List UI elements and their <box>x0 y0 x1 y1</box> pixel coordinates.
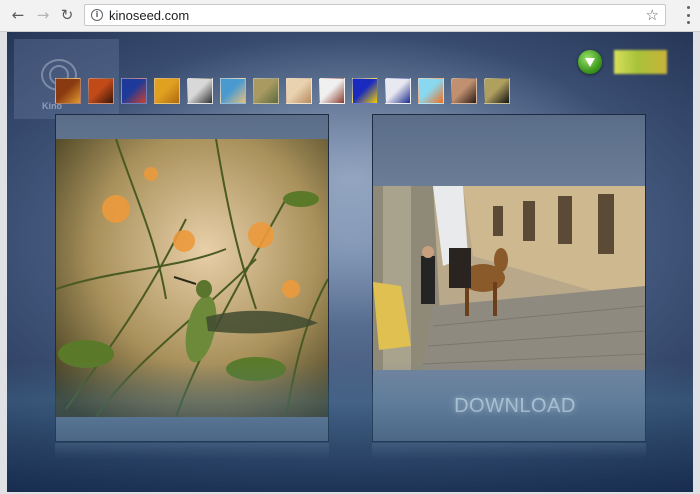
horse-carriage-photo[interactable] <box>373 186 645 370</box>
right-panel-reflection <box>372 443 646 459</box>
left-panel-reflection <box>55 443 329 459</box>
forward-arrow-icon[interactable]: → <box>33 5 53 25</box>
thumbnail-13[interactable] <box>451 78 477 104</box>
download-button[interactable]: DOWNLOAD <box>379 395 651 418</box>
right-image-panel <box>372 114 646 442</box>
thumbnail-8[interactable] <box>286 78 312 104</box>
back-arrow-icon[interactable]: ← <box>8 5 28 25</box>
thumbnail-12[interactable] <box>418 78 444 104</box>
download-arrow-icon[interactable] <box>578 50 602 74</box>
info-icon[interactable]: i <box>91 9 103 21</box>
thumbnail-2[interactable] <box>88 78 114 104</box>
thumbnail-7[interactable] <box>253 78 279 104</box>
kebab-menu-icon[interactable] <box>686 6 690 24</box>
thumbnail-11[interactable] <box>385 78 411 104</box>
thumbnail-4[interactable] <box>154 78 180 104</box>
hummingbird-photo[interactable] <box>56 139 328 417</box>
thumbnail-6[interactable] <box>220 78 246 104</box>
thumbnail-9[interactable] <box>319 78 345 104</box>
reload-icon[interactable]: ↻ <box>57 5 77 25</box>
address-bar[interactable]: i kinoseed.com ☆ <box>84 4 666 26</box>
star-icon[interactable]: ☆ <box>646 6 659 24</box>
thumbnail-10[interactable] <box>352 78 378 104</box>
thumbnail-1[interactable] <box>55 78 81 104</box>
promo-banner[interactable] <box>614 50 667 74</box>
thumbnail-5[interactable] <box>187 78 213 104</box>
url-text[interactable]: kinoseed.com <box>109 8 189 23</box>
page-viewport: Kino DOWNLOAD <box>7 32 693 492</box>
thumbnail-strip <box>55 78 510 104</box>
thumbnail-3[interactable] <box>121 78 147 104</box>
browser-toolbar: ← → ↻ i kinoseed.com ☆ <box>0 0 700 32</box>
left-image-panel <box>55 114 329 442</box>
thumbnail-14[interactable] <box>484 78 510 104</box>
